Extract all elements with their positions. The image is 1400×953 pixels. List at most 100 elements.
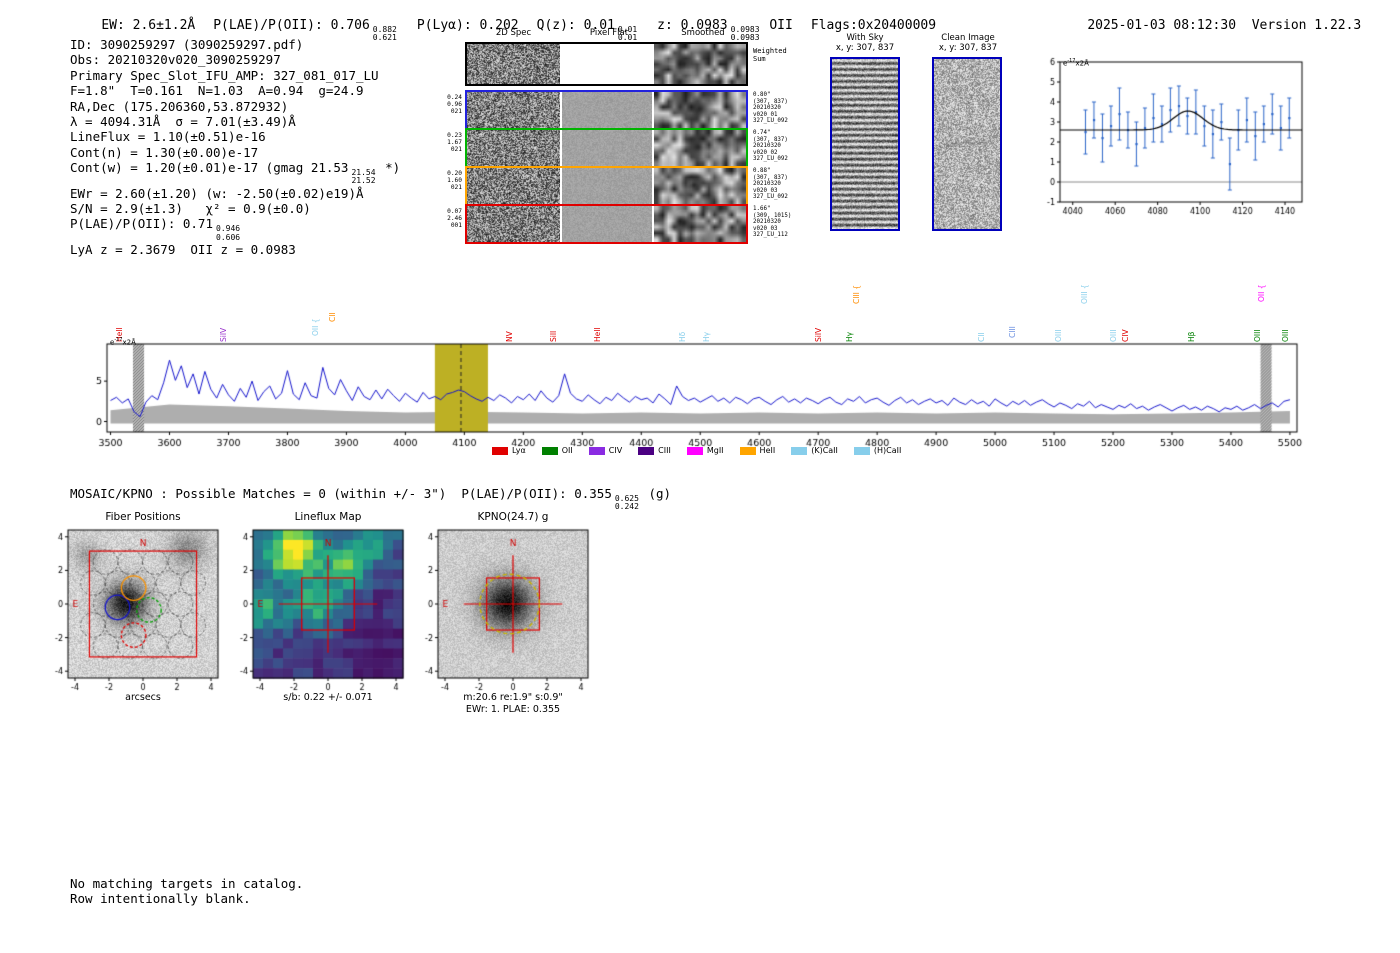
fiber4-weights: 0.07 2.46 001 (447, 208, 462, 229)
fiber4-2dspec-image (467, 206, 560, 242)
spectrum-legend: Lyα OII CIV CIII MgII HeII (K)CaII (H)CaII (492, 446, 901, 455)
fiber4-annotation: 1.66" (309, 1015) 20210320 v020_03 327_LU_11… (753, 206, 792, 239)
fiber-strip-4 (465, 204, 748, 244)
spectral-line-label: OIII { (1080, 284, 1090, 304)
info-line-cont-w: Cont(w) = 1.20(±0.01)e-17 (gmag 21.53 21.… (70, 160, 401, 186)
lineflux-caption: s/b: 0.22 +/- 0.071 (283, 692, 373, 703)
weighted-sum-label: Weighted Sum (753, 47, 787, 63)
fiber4-smooth-image (654, 206, 746, 242)
fiber2-2dspec-image (467, 130, 560, 166)
kpno-cutout-panel (410, 524, 595, 696)
footer-line-1: No matching targets in catalog. (70, 876, 304, 891)
clean-image-title: Clean Image (941, 33, 995, 43)
legend-swatch (638, 446, 655, 455)
elixer-report-page: EW: 2.6±1.2Å P(LAE)/P(OII): 0.706 0.882 0.6… (0, 0, 1400, 953)
legend-swatch (791, 446, 808, 455)
info-line-lineflux: LineFlux = 1.10(±0.51)e-16 (70, 129, 266, 145)
legend-item: MgII (686, 446, 724, 455)
clean-image-frame (932, 57, 1002, 231)
footer-line-2: Row intentionally blank. (70, 891, 251, 906)
with-sky-title: With Sky (846, 33, 884, 43)
legend-swatch (541, 446, 558, 455)
legend-item: Lyα (492, 446, 526, 455)
legend-swatch (492, 446, 508, 455)
lineflux-map-panel (225, 524, 410, 696)
legend-item: (H)CaII (853, 446, 901, 455)
info-line-plae: P(LAE)/P(OII): 0.71 0.946 0.606 (70, 216, 241, 242)
kpno-title: KPNO(24.7) g (477, 511, 549, 523)
weighted-smooth-image (654, 44, 746, 84)
info-line-cont-n: Cont(n) = 1.30(±0.00)e-17 (70, 144, 259, 160)
fiber-positions-panel (40, 524, 225, 696)
kpno-caption-1: m:20.6 re:1.9" s:0.9" (463, 692, 563, 703)
info-line-sn: S/N = 2.9(±1.3) χ² = 0.9(±0.0) (70, 201, 311, 217)
fiber3-smooth-image (654, 168, 746, 204)
header-datetime-version: 2025-01-03 08:12:30 Version 1.22.3 (1056, 3, 1361, 48)
legend-swatch (739, 446, 756, 455)
fiber-strip-1 (465, 90, 748, 130)
legend-swatch (588, 446, 605, 455)
fiber-positions-title: Fiber Positions (105, 511, 181, 523)
with-sky-frame (830, 57, 900, 231)
info-line-id: ID: 3090259297 (3090259297.pdf) (70, 37, 304, 52)
full-flux-units: e-17x2Å (110, 337, 136, 347)
fiber1-weights: 0.24 0.96 021 (447, 94, 462, 115)
legend-item: CIV (588, 446, 622, 455)
fiber1-annotation: 0.80" (307, 837) 20210320 v020_01 327_LU_092 (753, 92, 788, 125)
fiber2-pixflat-image (562, 130, 652, 166)
info-line-ewr: EWr = 2.60(±1.20) (w: -2.50(±0.02)e19)Å (70, 185, 364, 201)
stat-flags: Flags:0x20400009 (810, 18, 937, 33)
stat-plae-poii: P(LAE)/P(OII): 0.706 0.882 0.621 (213, 18, 397, 43)
gmag-range: 21.54 21.52 (351, 168, 376, 186)
cutout-column-headers: 2D Spec Pixel Flat Smoothed (465, 28, 750, 38)
fiber3-weights: 0.20 1.60 021 (447, 170, 462, 191)
zoom-flux-units: e-17x2Å (1063, 58, 1089, 68)
fiber-strip-2 (465, 128, 748, 168)
info-line-seeing: F=1.8" T=0.161 N=1.03 A=0.94 g=24.9 (70, 83, 364, 99)
col-header-smoothed: Smoothed (681, 28, 725, 38)
legend-swatch (853, 446, 870, 455)
weighted-pixflat-image (562, 44, 652, 84)
fiber3-annotation: 0.88" (307, 837) 20210320 v020_03 327_LU_092 (753, 168, 788, 201)
col-header-pixflat: Pixel Flat (589, 28, 629, 38)
fiber2-weights: 0.23 1.67 021 (447, 132, 462, 153)
weighted-2dspec-image (467, 44, 560, 84)
full-spectrum-plot (92, 336, 1307, 462)
mosaic-plae-range: 0.625 0.242 (614, 494, 639, 512)
with-sky-image (832, 59, 898, 229)
fiber3-2dspec-image (467, 168, 560, 204)
spectral-line-label: CIII { (851, 284, 861, 304)
with-sky-coords: x, y: 307, 837 (835, 43, 895, 53)
fiber2-annotation: 0.74" (307, 837) 20210320 v020_02 327_LU_092 (753, 130, 788, 163)
info-line-obs: Obs: 20210320v020_3090259297 (70, 52, 281, 68)
zoom-spectrum-plot (1030, 50, 1310, 225)
info-line-radec: RA,Dec (175.206360,53.872932) (70, 98, 289, 114)
legend-item: CIII (638, 446, 671, 455)
fiber1-2dspec-image (467, 92, 560, 128)
report-datetime: 2025-01-03 08:12:30 (1087, 18, 1237, 33)
report-version: Version 1.22.3 (1251, 18, 1362, 33)
legend-item: OII (541, 446, 573, 455)
kpno-caption-2: EWr: 1. PLAE: 0.355 (465, 704, 561, 715)
clean-image-coords: x, y: 307, 837 (938, 43, 998, 53)
fiber2-smooth-image (654, 130, 746, 166)
plae2-range: 0.946 0.606 (216, 224, 241, 242)
spectral-line-label: OII { (1257, 284, 1267, 302)
spectral-line-label: OII { (311, 318, 321, 336)
clean-image (934, 59, 1000, 229)
weighted-sum-strip (465, 42, 748, 86)
fiber-strip-3 (465, 166, 748, 206)
legend-item: (K)CaII (791, 446, 838, 455)
info-line-primary: Primary Spec_Slot_IFU_AMP: 327_081_017_L… (70, 67, 379, 83)
spectral-line-markers: HeIISiIVOII {CIINVSiIIHeIIHδHγSiIVHγCIII… (92, 248, 1307, 344)
mosaic-match-line: MOSAIC/KPNO : Possible Matches = 0 (with… (70, 486, 672, 512)
fiber1-pixflat-image (562, 92, 652, 128)
spectral-line-label: CII (327, 312, 337, 322)
fiber4-pixflat-image (562, 206, 652, 242)
lineflux-map-title: Lineflux Map (294, 511, 362, 523)
stat-ew: EW: 2.6±1.2Å (101, 18, 196, 33)
info-line-lambda: λ = 4094.31Å σ = 7.01(±3.49)Å (70, 114, 296, 130)
legend-swatch (686, 446, 703, 455)
fiber1-smooth-image (654, 92, 746, 128)
legend-item: HeII (739, 446, 775, 455)
